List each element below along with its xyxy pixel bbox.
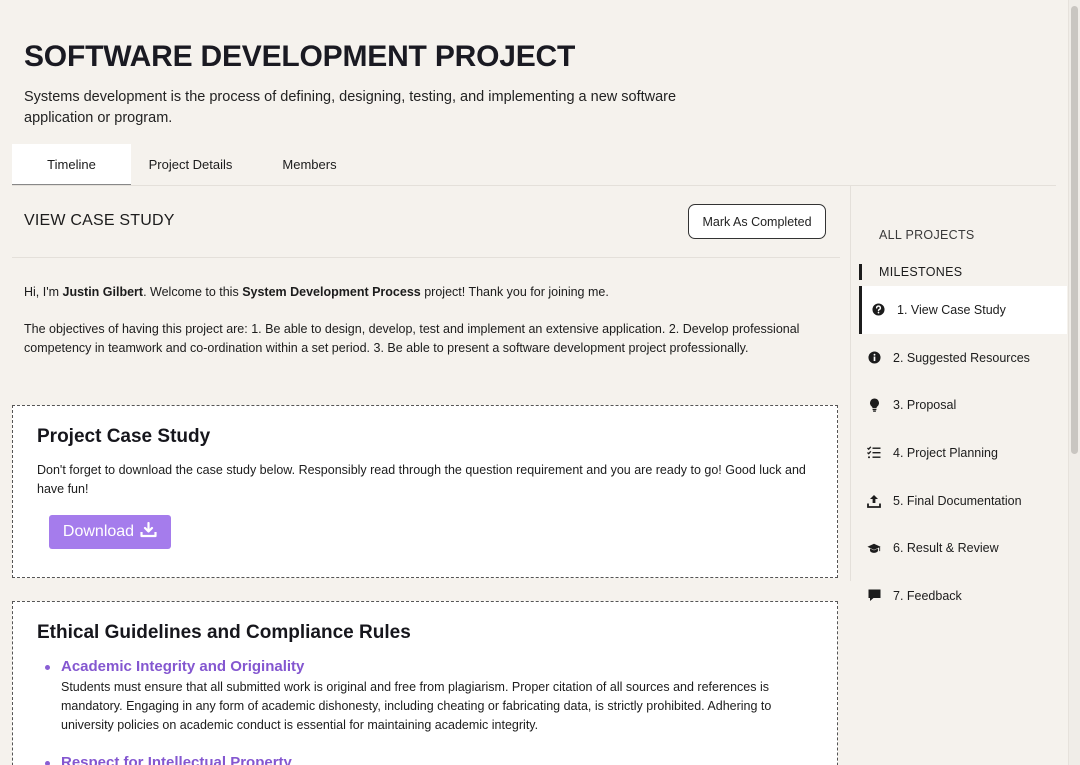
tab-members[interactable]: Members bbox=[250, 144, 369, 185]
milestone-label: 6. Result & Review bbox=[893, 541, 999, 556]
milestones-heading: MILESTONES bbox=[859, 264, 962, 280]
checklist-icon bbox=[867, 446, 881, 460]
comment-icon bbox=[867, 589, 881, 603]
greeting-post: project! Thank you for joining me. bbox=[420, 285, 609, 299]
rule-text: Students must ensure that all submitted … bbox=[61, 680, 772, 732]
case-study-title: Project Case Study bbox=[37, 426, 211, 447]
section-title: VIEW CASE STUDY bbox=[24, 212, 175, 229]
download-label: Download bbox=[62, 523, 135, 540]
graduation-cap-icon bbox=[867, 541, 881, 555]
page: SOFTWARE DEVELOPMENT PROJECT Systems dev… bbox=[0, 0, 1080, 765]
page-title: SOFTWARE DEVELOPMENT PROJECT bbox=[24, 40, 576, 73]
milestone-label: 3. Proposal bbox=[893, 398, 957, 413]
list-item: Academic Integrity and Originality Stude… bbox=[37, 657, 807, 735]
milestone-proposal[interactable]: 3. Proposal bbox=[859, 381, 1067, 429]
tab-bar: Timeline Project Details Members bbox=[12, 144, 369, 185]
case-study-card: Project Case Study Don't forget to downl… bbox=[12, 405, 838, 578]
greeting-mid: . Welcome to this bbox=[143, 285, 243, 299]
tabs-divider bbox=[12, 185, 1056, 186]
milestone-final-documentation[interactable]: 5. Final Documentation bbox=[859, 477, 1067, 525]
project-name: System Development Process bbox=[242, 285, 421, 299]
milestone-view-case-study[interactable]: 1. View Case Study bbox=[859, 286, 1067, 334]
objectives-paragraph: The objectives of having this project ar… bbox=[24, 322, 800, 355]
tab-project-details[interactable]: Project Details bbox=[131, 144, 250, 185]
intro-text: Hi, I'm Justin Gilbert. Welcome to this … bbox=[24, 283, 834, 358]
download-button[interactable]: Download bbox=[49, 515, 171, 549]
milestones-list: 1. View Case Study 2. Suggested Resource… bbox=[859, 286, 1067, 620]
milestone-result-review[interactable]: 6. Result & Review bbox=[859, 524, 1067, 572]
all-projects-link[interactable]: ALL PROJECTS bbox=[879, 228, 975, 242]
milestone-project-planning[interactable]: 4. Project Planning bbox=[859, 429, 1067, 477]
ethics-card: Ethical Guidelines and Compliance Rules … bbox=[12, 601, 838, 765]
scroll-thumb[interactable] bbox=[1071, 6, 1078, 454]
section-divider bbox=[12, 257, 840, 258]
upload-icon bbox=[867, 494, 881, 508]
milestone-label: 4. Project Planning bbox=[893, 445, 998, 460]
download-icon bbox=[140, 521, 157, 543]
milestone-label: 2. Suggested Resources bbox=[893, 350, 1030, 365]
scrollbar[interactable] bbox=[1068, 0, 1080, 765]
author-name: Justin Gilbert bbox=[62, 285, 144, 299]
question-circle-icon bbox=[871, 303, 885, 317]
milestone-label: 5. Final Documentation bbox=[893, 493, 1022, 508]
greeting-paragraph: Hi, I'm Justin Gilbert. Welcome to this … bbox=[24, 283, 834, 302]
rule-title[interactable]: Academic Integrity and Originality bbox=[61, 657, 807, 677]
milestone-label: 1. View Case Study bbox=[897, 302, 1006, 317]
milestone-suggested-resources[interactable]: 2. Suggested Resources bbox=[859, 334, 1067, 382]
milestone-label: 7. Feedback bbox=[893, 588, 962, 603]
tab-timeline[interactable]: Timeline bbox=[12, 144, 131, 185]
greeting-pre: Hi, I'm bbox=[24, 285, 63, 299]
milestone-feedback[interactable]: 7. Feedback bbox=[859, 572, 1067, 620]
sidebar-divider bbox=[850, 186, 851, 581]
ethics-title: Ethical Guidelines and Compliance Rules bbox=[37, 622, 411, 643]
case-study-text: Don't forget to download the case study … bbox=[37, 463, 806, 496]
mark-as-completed-button[interactable]: Mark As Completed bbox=[688, 204, 826, 239]
rule-title[interactable]: Respect for Intellectual Property bbox=[61, 753, 807, 765]
list-item: Respect for Intellectual Property bbox=[37, 753, 807, 765]
page-subtitle: Systems development is the process of de… bbox=[24, 89, 677, 126]
info-circle-icon bbox=[867, 351, 881, 365]
rules-list: Academic Integrity and Originality Stude… bbox=[37, 657, 807, 765]
lightbulb-icon bbox=[867, 398, 881, 413]
